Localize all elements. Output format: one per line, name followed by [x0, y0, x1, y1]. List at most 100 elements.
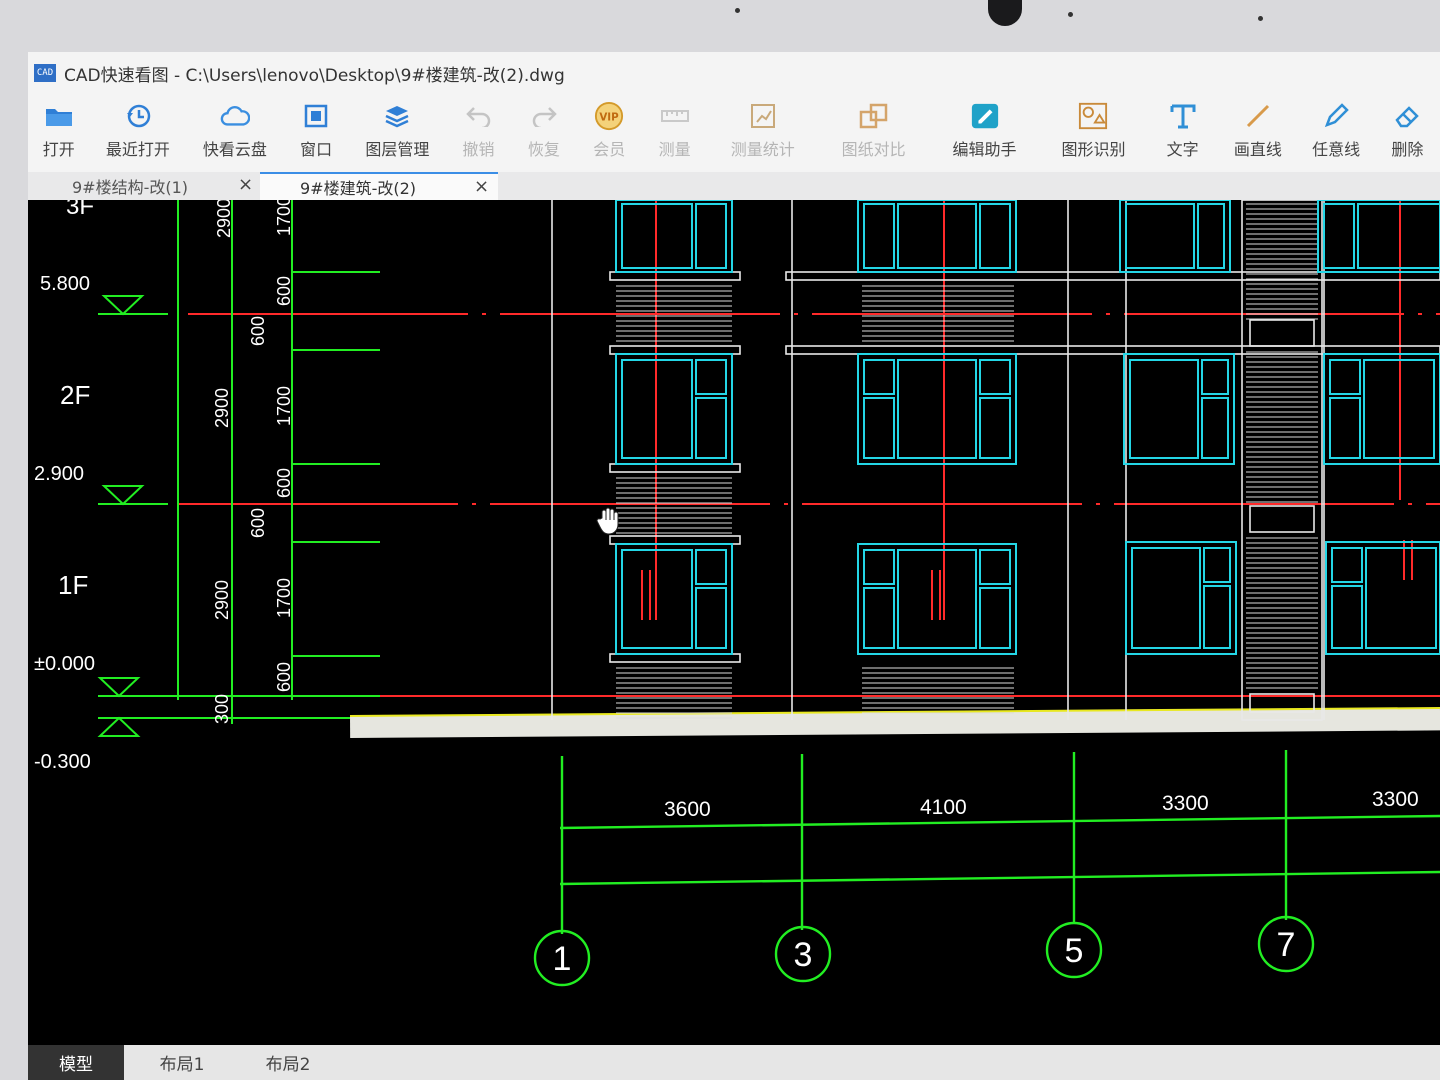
vip-button[interactable]: VIP 会员: [577, 94, 642, 172]
shape-recognition-label: 图形识别: [1061, 140, 1126, 159]
eraser-icon: [1392, 102, 1422, 130]
cloud-label: 快看云盘: [202, 140, 267, 159]
recent-label: 最近打开: [105, 140, 170, 159]
webcam: [988, 0, 1022, 26]
span-3300-b: 3300: [1372, 788, 1419, 811]
measure-button[interactable]: 测量: [642, 94, 707, 172]
app-logo-icon: CAD: [34, 64, 56, 82]
document-tab-bar: 9#楼结构-改(1) × 9#楼建筑-改(2) ×: [28, 172, 1440, 201]
vip-label: 会员: [593, 140, 626, 159]
measure-stats-button[interactable]: 测量统计: [707, 94, 818, 172]
vip-badge-text: VIP: [600, 112, 620, 124]
vip-icon: VIP: [594, 101, 624, 131]
window-label: 窗口: [300, 140, 333, 159]
close-tab-architecture-icon[interactable]: ×: [474, 176, 489, 197]
window-button[interactable]: 窗口: [283, 94, 348, 172]
pen-icon: [1321, 102, 1351, 130]
delete-label: 删除: [1391, 140, 1424, 159]
cloud-button[interactable]: 快看云盘: [186, 94, 283, 172]
freeline-button[interactable]: 任意线: [1297, 94, 1374, 172]
history-icon: [123, 102, 153, 130]
level-minus0300-label: -0.300: [34, 751, 91, 773]
shape-recognition-button[interactable]: 图形识别: [1040, 94, 1147, 172]
close-tab-structure-icon[interactable]: ×: [238, 174, 253, 195]
title-bar: CAD CAD快速看图 - C:\Users\lenovo\Desktop\9#…: [28, 52, 1440, 94]
measure-label: 测量: [658, 140, 691, 159]
cad-drawing: 3F 5.800 2F 2.900 1F ±0.000 -0.300 2900 …: [28, 193, 1440, 1045]
floor-2f-label: 2F: [60, 380, 90, 410]
drawing-canvas[interactable]: 3F 5.800 2F 2.900 1F ±0.000 -0.300 2900 …: [28, 193, 1440, 1045]
compare-button[interactable]: 图纸对比: [818, 94, 929, 172]
span-3600: 3600: [664, 798, 711, 821]
line-label: 画直线: [1233, 140, 1282, 159]
tab-structure-label: 9#楼结构-改(1): [72, 178, 189, 197]
window-icon: [301, 102, 331, 130]
ruler-icon: [660, 102, 690, 130]
bezel-dot: [1068, 12, 1073, 17]
redo-icon: [529, 102, 559, 130]
dim-600-c: 600: [274, 468, 294, 498]
axis-1: 1: [553, 940, 572, 978]
bezel-dot: [735, 8, 740, 13]
dim-600-b: 600: [248, 316, 268, 346]
open-button[interactable]: 打开: [28, 94, 89, 172]
dim-2900-b: 2900: [212, 388, 232, 428]
tab-structure[interactable]: 9#楼结构-改(1) ×: [32, 172, 256, 200]
tab-model[interactable]: 模型: [28, 1045, 124, 1080]
compare-label: 图纸对比: [841, 140, 906, 159]
undo-label: 撤销: [462, 140, 495, 159]
dim-2900-a: 2900: [214, 200, 234, 238]
freeline-label: 任意线: [1312, 140, 1361, 159]
cloud-icon: [220, 102, 250, 130]
undo-icon: [464, 102, 494, 130]
screen: CAD CAD快速看图 - C:\Users\lenovo\Desktop\9#…: [28, 52, 1440, 1080]
dim-600-a: 600: [274, 276, 294, 306]
tab-layout2[interactable]: 布局2: [238, 1045, 338, 1080]
bezel-dot: [1258, 16, 1263, 21]
level-5800-label: 5.800: [40, 273, 90, 295]
stats-icon: [748, 102, 778, 130]
dim-1700-b: 1700: [274, 386, 294, 426]
axis-7: 7: [1277, 926, 1296, 964]
tab-layout1[interactable]: 布局1: [132, 1045, 232, 1080]
span-3300-a: 3300: [1162, 792, 1209, 815]
compare-icon: [859, 102, 889, 130]
measure-stats-label: 测量统计: [730, 140, 795, 159]
dim-300: 300: [212, 694, 232, 724]
open-label: 打开: [42, 140, 75, 159]
recent-button[interactable]: 最近打开: [89, 94, 186, 172]
layers-icon: [382, 102, 412, 130]
edit-assistant-icon: [970, 102, 1000, 130]
line-icon: [1243, 102, 1273, 130]
text-tool-icon: [1168, 102, 1198, 130]
level-0000-label: ±0.000: [34, 653, 95, 675]
floor-1f-label: 1F: [58, 570, 88, 600]
text-label: 文字: [1166, 140, 1199, 159]
delete-button[interactable]: 删除: [1375, 94, 1440, 172]
axis-3: 3: [794, 936, 813, 974]
dim-600-e: 600: [274, 662, 294, 692]
shape-recognition-icon: [1078, 102, 1108, 130]
layers-label: 图层管理: [365, 140, 430, 159]
redo-label: 恢复: [527, 140, 560, 159]
dim-2900-c: 2900: [212, 580, 232, 620]
edit-assistant-button[interactable]: 编辑助手: [929, 94, 1040, 172]
edit-assistant-label: 编辑助手: [952, 140, 1017, 159]
floor-3f-label: 3F: [66, 200, 94, 220]
axis-5: 5: [1065, 932, 1084, 970]
level-2900-label: 2.900: [34, 463, 84, 485]
toolbar: 打开 最近打开 快看云盘 窗口 图层管理 撤销 恢复 VIP 会员 测量 测量统…: [28, 94, 1440, 172]
tab-architecture[interactable]: 9#楼建筑-改(2) ×: [260, 172, 498, 200]
dim-600-d: 600: [248, 508, 268, 538]
redo-button[interactable]: 恢复: [511, 94, 576, 172]
undo-button[interactable]: 撤销: [446, 94, 511, 172]
folder-icon: [44, 102, 74, 130]
dim-1700-a: 1700: [274, 200, 294, 236]
text-button[interactable]: 文字: [1147, 94, 1218, 172]
dim-1700-c: 1700: [274, 578, 294, 618]
layers-button[interactable]: 图层管理: [349, 94, 446, 172]
line-button[interactable]: 画直线: [1218, 94, 1297, 172]
layout-tab-bar: 模型 布局1 布局2: [28, 1045, 1440, 1080]
window-title: CAD快速看图 - C:\Users\lenovo\Desktop\9#楼建筑-…: [64, 65, 565, 86]
span-4100: 4100: [920, 796, 967, 819]
